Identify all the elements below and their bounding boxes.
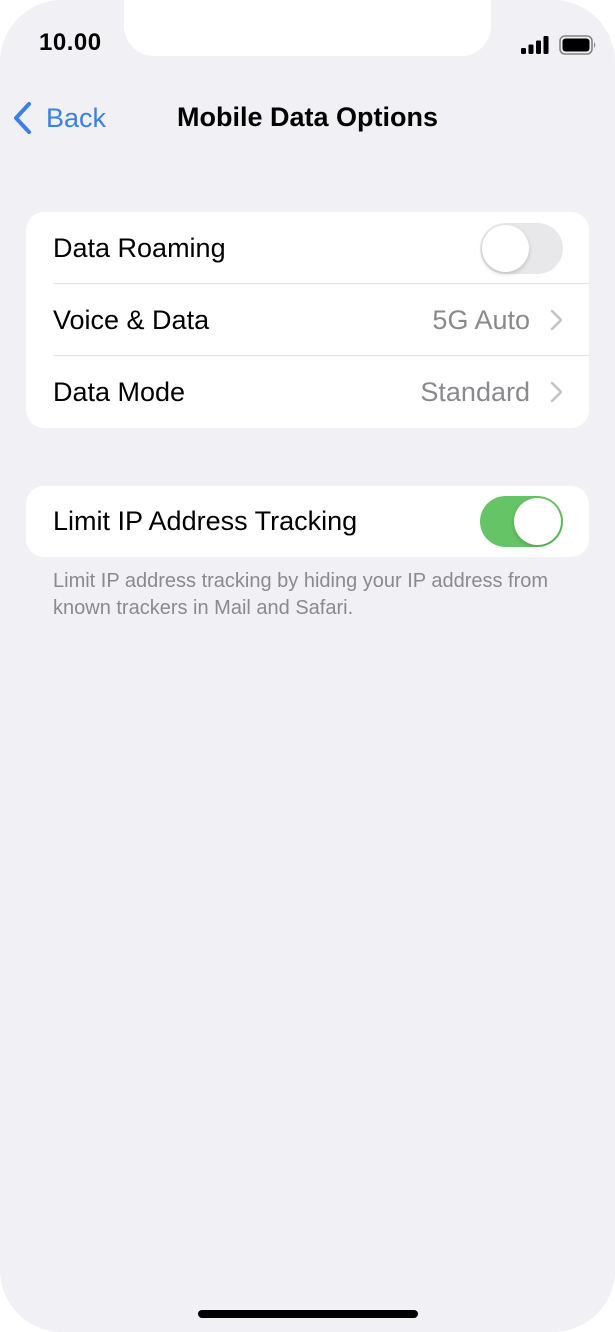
- limit-ip-tracking-toggle[interactable]: [480, 496, 563, 547]
- mobile-data-settings-group: Data Roaming Voice & Data 5G Auto Data M…: [26, 212, 589, 428]
- limit-ip-tracking-row: Limit IP Address Tracking: [26, 486, 589, 557]
- voice-data-row[interactable]: Voice & Data 5G Auto: [26, 284, 589, 356]
- data-roaming-label: Data Roaming: [53, 232, 226, 263]
- toggle-knob: [514, 498, 561, 545]
- battery-icon: [559, 35, 596, 55]
- notch: [124, 0, 491, 56]
- chevron-right-icon: [550, 309, 563, 331]
- data-mode-label: Data Mode: [53, 376, 186, 407]
- signal-bars-icon: [521, 36, 549, 54]
- data-mode-value: Standard: [420, 376, 530, 407]
- phone-screen: 10.00 Back Mobile Data Options Data Roam…: [0, 0, 615, 1332]
- page-title: Mobile Data Options: [176, 102, 438, 132]
- data-roaming-toggle[interactable]: [480, 222, 563, 274]
- chevron-right-icon: [550, 381, 563, 403]
- data-roaming-row: Data Roaming: [26, 212, 589, 284]
- voice-data-value: 5G Auto: [432, 304, 530, 335]
- home-indicator[interactable]: [198, 1310, 418, 1318]
- data-mode-row[interactable]: Data Mode Standard: [26, 356, 589, 428]
- toggle-knob: [482, 224, 529, 272]
- voice-data-label: Voice & Data: [53, 304, 210, 335]
- privacy-settings-group: Limit IP Address Tracking: [26, 486, 589, 557]
- status-time: 10.00: [39, 29, 102, 56]
- limit-ip-tracking-footer: Limit IP address tracking by hiding your…: [53, 570, 549, 619]
- limit-ip-tracking-label: Limit IP Address Tracking: [53, 506, 358, 536]
